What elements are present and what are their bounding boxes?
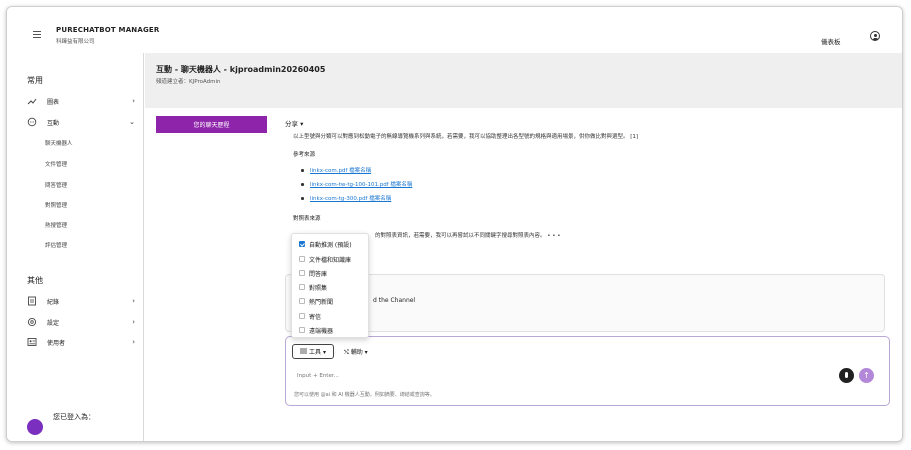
sidebar-item-label: 紀錄 <box>47 298 60 306</box>
checkbox[interactable] <box>299 327 305 333</box>
app-window: PURECHATBOT MANAGER 科臻益有限公司 儀表板 常用 圖表 › … <box>6 6 903 442</box>
main-content: 互動 - 聊天機器人 - kjproadmin20260405 頻道建立者：KJ… <box>145 53 902 441</box>
chart-icon <box>27 96 37 106</box>
sidebar-item-label: 互動 <box>47 119 60 127</box>
section-title-other: 其他 <box>27 276 43 285</box>
sidebar-item-interact[interactable]: 互動 ⌄ <box>27 115 135 129</box>
sidebar-item-logs[interactable]: 紀錄 › <box>27 294 135 308</box>
dropdown-item-docs[interactable]: 文件檔和知識庫 <box>299 253 367 265</box>
chevron-right-icon: › <box>132 97 135 105</box>
chat-history-button[interactable]: 您的聊天歷程 <box>156 116 267 133</box>
account-icon[interactable] <box>870 31 880 41</box>
sidebar-item-label: 圖表 <box>47 98 60 106</box>
users-icon <box>27 337 37 347</box>
tools-icon <box>300 348 308 356</box>
chat-hint: 您可以使用 @ai 和 AI 機器人互動，例如摘要、總結或查詢等。 <box>294 392 435 398</box>
chevron-right-icon: › <box>132 297 135 305</box>
sidebar-subitem-qa[interactable]: 問答管理 <box>45 181 67 189</box>
reference-link[interactable]: linkx-com-tg-300.pdf 檔案名稱 <box>310 194 391 202</box>
bullet <box>301 169 304 172</box>
arrow-up-icon: ↑ <box>863 371 870 380</box>
page-title: 互動 - 聊天機器人 - kjproadmin20260405 <box>156 65 326 74</box>
settings-icon <box>27 317 37 327</box>
sidebar-item-label: 使用者 <box>47 339 66 347</box>
message-body: 以上型號與分類可以對應到松動電子的無線導覽機系列與系統，若需要，我可以協助整理出… <box>293 134 639 140</box>
dropdown-item-qa[interactable]: 問答庫 <box>299 267 367 279</box>
chevron-right-icon: › <box>132 318 135 326</box>
sidebar-subitem-documents[interactable]: 文件管理 <box>45 160 67 168</box>
reference-link[interactable]: linkx-com.pdf 檔案名稱 <box>310 166 371 174</box>
chat-input[interactable] <box>297 370 817 382</box>
page-subtitle: 頻道建立者：KJProAdmin <box>156 79 221 85</box>
chevron-right-icon: › <box>132 338 135 346</box>
checkbox[interactable] <box>299 298 305 304</box>
bullet <box>301 197 304 200</box>
chat-icon <box>27 117 37 127</box>
dropdown-item-news[interactable]: 熱門新聞 <box>299 295 367 307</box>
dropdown-item-label: 自動推測 (預設) <box>309 241 352 249</box>
page-header: 互動 - 聊天機器人 - kjproadmin20260405 頻道建立者：KJ… <box>145 53 902 108</box>
avatar[interactable] <box>27 419 43 435</box>
dropdown-item-label: 寄信 <box>309 313 322 321</box>
dropdown-item-label: 問答庫 <box>309 270 328 278</box>
app-title: PURECHATBOT MANAGER <box>56 26 160 34</box>
sidebar-item-settings[interactable]: 設定 › <box>27 315 135 329</box>
checkbox[interactable] <box>299 313 305 319</box>
bullet <box>301 183 304 186</box>
section-title-common: 常用 <box>27 76 43 85</box>
references-title: 參考來源 <box>293 152 316 158</box>
dropdown-item-label: 遠端機器 <box>309 327 334 335</box>
sidebar-subitem-mapping[interactable]: 對照管理 <box>45 201 67 209</box>
dropdown-item-label: 熱門新聞 <box>309 298 334 306</box>
channel-card-text: d the Channel <box>373 297 416 304</box>
dropdown-item-mapping[interactable]: 對照集 <box>299 281 367 293</box>
assist-button[interactable]: ⤭ 輔助 ▾ <box>344 347 368 357</box>
mic-button[interactable] <box>839 368 854 383</box>
menu-icon[interactable] <box>33 31 41 38</box>
dashboard-link[interactable]: 儀表板 <box>821 36 841 46</box>
channel-card: d the Channel <box>285 274 885 332</box>
checkbox[interactable] <box>299 241 305 247</box>
sidebar-item-charts[interactable]: 圖表 › <box>27 94 135 108</box>
sidebar-item-users[interactable]: 使用者 › <box>27 335 135 349</box>
sidebar-subitem-hot-search[interactable]: 熱搜管理 <box>45 221 67 229</box>
sidebar: 常用 圖表 › 互動 ⌄ 聊天機器人 文件管理 問答管理 對照管理 熱搜管理 評… <box>7 53 144 441</box>
checkbox[interactable] <box>299 284 305 290</box>
dropdown-item-label: 對照集 <box>309 284 328 292</box>
top-bar: PURECHATBOT MANAGER 科臻益有限公司 儀表板 <box>7 7 902 53</box>
reference-link[interactable]: linkx-com-tw-tg-100-101.pdf 檔案名稱 <box>310 180 412 188</box>
dropdown-item-label: 文件檔和知識庫 <box>309 256 352 264</box>
dropdown-item-auto[interactable]: 自動推測 (預設) <box>299 238 367 250</box>
share-menu[interactable]: 分享 ▾ <box>285 118 303 128</box>
logged-in-label: 您已登入為： <box>53 413 95 421</box>
send-button[interactable]: ↑ <box>859 368 874 383</box>
comparison-text: 的對照表資訊，若需要，我可以再嘗試以不同關鍵字搜尋對照表內容。 • • • <box>375 233 561 239</box>
sidebar-item-label: 設定 <box>47 319 60 327</box>
checkbox[interactable] <box>299 256 305 262</box>
chevron-down-icon: ⌄ <box>129 118 135 126</box>
sidebar-subitem-chatbot[interactable]: 聊天機器人 <box>45 139 73 147</box>
dropdown-item-remote[interactable]: 遠端機器 <box>299 324 367 336</box>
sidebar-subitem-evaluation[interactable]: 評估管理 <box>45 241 67 249</box>
tools-dropdown: 自動推測 (預設) 文件檔和知識庫 問答庫 對照集 熱門新聞 寄信 遠端機器 <box>291 233 369 338</box>
checkbox[interactable] <box>299 270 305 276</box>
log-icon <box>27 296 37 306</box>
chat-composer: 工具 ▾ ⤭ 輔助 ▾ 您可以使用 @ai 和 AI 機器人互動，例如摘要、總結… <box>285 336 890 406</box>
tools-button[interactable]: 工具 ▾ <box>292 344 334 359</box>
comparison-title: 對照表來源 <box>293 216 321 222</box>
tools-label: 工具 ▾ <box>309 349 326 356</box>
dropdown-item-mail[interactable]: 寄信 <box>299 310 367 322</box>
app-subtitle: 科臻益有限公司 <box>56 39 95 45</box>
